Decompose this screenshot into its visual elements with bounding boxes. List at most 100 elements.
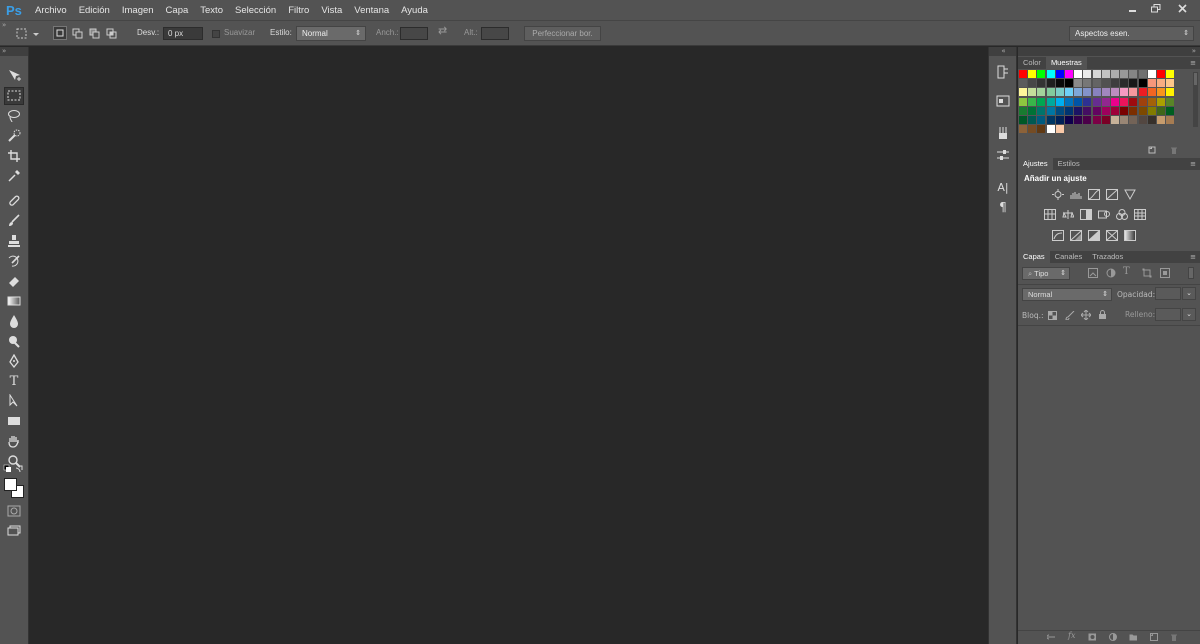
menu-seleccion[interactable]: Selección: [229, 5, 282, 16]
refine-edge-button[interactable]: Perfeccionar bor.: [524, 26, 601, 41]
lock-transparency-icon[interactable]: [1048, 311, 1057, 320]
color-swatch[interactable]: [1055, 70, 1064, 78]
width-input[interactable]: [400, 27, 428, 40]
tab-trazados[interactable]: Trazados: [1087, 251, 1128, 263]
filter-type-icon[interactable]: T: [1123, 266, 1130, 277]
tab-capas[interactable]: Capas: [1018, 251, 1050, 263]
dodge-tool-icon[interactable]: [4, 332, 24, 350]
move-tool-icon[interactable]: [4, 67, 24, 85]
color-swatch[interactable]: [1037, 79, 1046, 88]
swap-icon[interactable]: ⇄: [438, 25, 447, 37]
type-tool-icon[interactable]: T: [4, 372, 24, 390]
screen-mode-icon[interactable]: [4, 522, 24, 540]
eyedropper-tool-icon[interactable]: [4, 167, 24, 185]
color-swatch[interactable]: [1129, 106, 1138, 115]
menu-filtro[interactable]: Filtro: [282, 5, 315, 16]
properties-panel-icon[interactable]: [993, 92, 1013, 110]
color-swatch[interactable]: [1120, 106, 1129, 115]
new-group-icon[interactable]: [1129, 633, 1137, 641]
color-lookup-icon[interactable]: [1134, 209, 1146, 220]
selective-color-icon[interactable]: [1106, 230, 1118, 241]
color-swatch[interactable]: [1166, 106, 1175, 115]
color-swatch[interactable]: [1120, 88, 1129, 97]
color-swatch[interactable]: [1055, 116, 1064, 124]
color-swatch[interactable]: [1019, 88, 1027, 97]
color-swatch[interactable]: [1129, 97, 1138, 106]
close-button[interactable]: [1170, 1, 1194, 16]
color-swatch[interactable]: [1101, 88, 1110, 97]
color-swatch[interactable]: [1065, 97, 1073, 106]
collapse-icon[interactable]: «: [989, 47, 1016, 56]
color-swatch[interactable]: [1074, 70, 1083, 78]
trash-icon[interactable]: [1170, 633, 1178, 641]
color-swatch[interactable]: [1046, 125, 1055, 134]
clone-stamp-tool-icon[interactable]: [4, 232, 24, 250]
color-swatch[interactable]: [1111, 88, 1119, 97]
color-swatch[interactable]: [1037, 88, 1046, 97]
color-swatch[interactable]: [1028, 79, 1037, 88]
color-swatch[interactable]: [1120, 97, 1129, 106]
color-swatch[interactable]: [1138, 116, 1147, 124]
exposure-icon[interactable]: [1106, 189, 1118, 200]
gradient-tool-icon[interactable]: [4, 292, 24, 310]
color-swatch[interactable]: [1147, 88, 1156, 97]
opacity-slider-button[interactable]: ⌄: [1182, 287, 1196, 300]
paragraph-panel-icon[interactable]: ¶: [993, 198, 1013, 216]
invert-icon[interactable]: [1052, 230, 1064, 241]
tab-estilos[interactable]: Estilos: [1053, 158, 1085, 170]
antialias-checkbox[interactable]: [212, 30, 220, 38]
healing-brush-tool-icon[interactable]: [4, 192, 24, 210]
color-swatch[interactable]: [1019, 97, 1027, 106]
color-swatch[interactable]: [1138, 106, 1147, 115]
color-swatch[interactable]: [1046, 97, 1055, 106]
fill-slider-button[interactable]: ⌄: [1182, 308, 1196, 321]
eraser-tool-icon[interactable]: [4, 272, 24, 290]
levels-icon[interactable]: [1070, 189, 1082, 200]
new-swatch-icon[interactable]: [1148, 146, 1156, 154]
color-swatch[interactable]: [1046, 88, 1055, 97]
color-swatch[interactable]: [1055, 79, 1064, 88]
menu-ayuda[interactable]: Ayuda: [395, 5, 434, 16]
color-swatch[interactable]: [1065, 116, 1073, 124]
tab-color[interactable]: Color: [1018, 57, 1046, 69]
filter-adjustment-icon[interactable]: [1106, 268, 1116, 278]
brush-tool-icon[interactable]: [4, 212, 24, 230]
color-swatch[interactable]: [1092, 116, 1101, 124]
history-panel-icon[interactable]: [993, 63, 1013, 81]
rectangle-tool-icon[interactable]: [4, 412, 24, 430]
color-swatch[interactable]: [1101, 70, 1110, 78]
tool-presets-icon[interactable]: [993, 146, 1013, 164]
quick-selection-tool-icon[interactable]: [4, 127, 24, 145]
color-swatch[interactable]: [1101, 116, 1110, 124]
color-swatch[interactable]: [1166, 70, 1175, 78]
filter-shape-icon[interactable]: [1142, 268, 1152, 278]
color-swatch[interactable]: [1083, 116, 1092, 124]
new-selection-button[interactable]: [53, 26, 67, 40]
color-swatch[interactable]: [1028, 106, 1037, 115]
marquee-tool-icon[interactable]: [4, 87, 24, 105]
color-swatch[interactable]: [1065, 106, 1073, 115]
vibrance-icon[interactable]: [1124, 189, 1136, 200]
color-swatch[interactable]: [1037, 116, 1046, 124]
pen-tool-icon[interactable]: [4, 352, 24, 370]
history-brush-tool-icon[interactable]: [4, 252, 24, 270]
subtract-selection-button[interactable]: [87, 26, 101, 40]
color-swatch[interactable]: [1138, 79, 1147, 88]
tab-muestras[interactable]: Muestras: [1045, 57, 1087, 69]
adjustment-layer-icon[interactable]: [1109, 633, 1117, 641]
color-swatch[interactable]: [1055, 97, 1064, 106]
lock-pixels-icon[interactable]: [1065, 311, 1075, 320]
filter-pixel-icon[interactable]: [1088, 268, 1098, 278]
intersect-selection-button[interactable]: [104, 26, 118, 40]
gradient-map-icon[interactable]: [1124, 230, 1136, 241]
style-dropdown[interactable]: Normal ⇕: [296, 26, 366, 41]
color-swatch[interactable]: [1120, 70, 1129, 78]
blend-mode-dropdown[interactable]: Normal ⇕: [1022, 288, 1112, 301]
color-swatch[interactable]: [1129, 88, 1138, 97]
color-swatch[interactable]: [1166, 97, 1175, 106]
color-swatch[interactable]: [1157, 79, 1165, 88]
color-swatch[interactable]: [1055, 125, 1064, 134]
color-swatch[interactable]: [1065, 70, 1073, 78]
color-swatch[interactable]: [1111, 79, 1119, 88]
menu-capa[interactable]: Capa: [160, 5, 195, 16]
